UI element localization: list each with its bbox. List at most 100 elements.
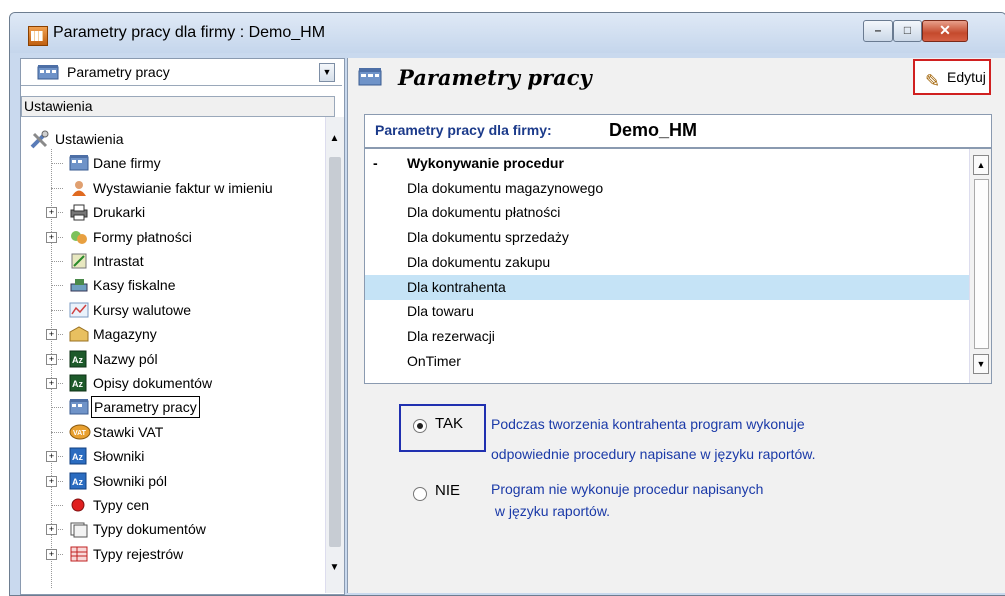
expand-icon[interactable]: + [46,353,57,365]
tree-item[interactable]: + Typy dokumentów [21,517,321,541]
option-tak-desc-line2: odpowiednie procedury napisane w języku … [491,446,816,462]
list-item[interactable]: Dla dokumentu zakupu [365,250,969,275]
tree-item[interactable]: Parametry pracy [21,395,321,419]
tree-item[interactable]: Wystawianie faktur w imieniu [21,176,321,200]
tree-item[interactable]: + Az Opisy dokumentów [21,371,321,395]
radio-nie[interactable] [413,487,427,501]
tree-item[interactable]: + Az Słowniki pól [21,469,321,493]
expand-icon[interactable]: + [46,231,57,243]
tree-item[interactable]: + Az Nazwy pól [21,347,321,371]
list-item-label: Dla dokumentu zakupu [407,253,551,270]
tree-item[interactable]: Ustawienia [21,127,321,151]
list-item-label: Dla rezerwacji [407,327,495,344]
tree-connector [51,431,63,433]
firm-info-bar: Parametry pracy dla firmy: Demo_HM [364,114,992,148]
expand-icon[interactable]: + [46,524,57,536]
list-item-label: Dla dokumentu magazynowego [407,179,604,196]
section-header: Ustawienia [21,96,335,117]
option-tak-description: Podczas tworzenia kontrahenta program wy… [491,412,816,466]
navigation-pane: Parametry pracy ▼ Ustawienia Ustawienia D… [20,58,345,595]
svg-text:VAT: VAT [73,430,87,437]
close-button[interactable]: ✕ [922,20,968,42]
tree-connector [51,261,63,262]
tree-connector [51,309,63,311]
tree-item[interactable]: Intrastat [21,249,321,273]
expand-icon[interactable]: + [46,207,57,219]
list-item[interactable]: - Wykonywanie procedur [365,151,969,176]
scroll-thumb[interactable] [329,157,341,547]
collapse-icon[interactable]: - [373,151,378,176]
minimize-icon: – [874,23,882,37]
settings-tree: Ustawienia Dane firmy Wystawianie faktur w… [21,117,323,593]
tree-item-label: Wystawianie faktur w imieniu [93,179,273,196]
maximize-button[interactable]: □ [893,20,922,42]
list-scrollbar[interactable]: ▲ ▼ [969,149,991,383]
tree-item-label: Ustawienia [55,131,124,147]
tree-item-label: Słowniki pól [93,472,167,489]
tree-item-label: Kursy walutowe [93,301,192,318]
content-pane: Parametry pracy ✎ Edytuj Parametry pracy… [347,58,1005,593]
close-icon: ✕ [939,22,951,38]
expand-icon[interactable]: + [46,329,57,341]
list-item-label: Dla kontrahenta [407,278,506,295]
radio-tak[interactable] [413,419,427,433]
svg-text:Az: Az [72,477,83,487]
option-nie-desc-line1: Program nie wykonuje procedur napisanych [491,481,764,497]
tree-connector [51,407,63,409]
edit-button-label: Edytuj [947,69,986,85]
tree-connector [51,163,63,165]
radio-nie-label[interactable]: NIE [435,482,460,499]
list-item[interactable]: OnTimer [365,349,969,374]
tree-item[interactable]: + Az Słowniki [21,444,321,468]
list-item-label: OnTimer [407,352,461,369]
tree-scrollbar[interactable]: ▲ ▼ [325,117,344,593]
scroll-down-icon[interactable]: ▼ [973,354,989,374]
list-item-label: Dla dokumentu płatności [407,204,561,221]
svg-text:Az: Az [72,452,83,462]
expand-icon[interactable]: + [46,475,57,487]
tree-item[interactable]: + Typy rejestrów [21,542,321,566]
tree-item[interactable]: Dane firmy [21,151,321,175]
tree-item-label: Drukarki [93,204,146,221]
content-header: Parametry pracy ✎ Edytuj [348,58,1005,96]
list-item[interactable]: Dla kontrahenta [365,274,969,300]
tree-item[interactable]: + Magazyny [21,322,321,346]
option-nie-description: Program nie wykonuje procedur napisanych… [491,478,763,522]
list-item[interactable]: Dla rezerwacji [365,324,969,349]
option-tak-desc-line1: Podczas tworzenia kontrahenta program wy… [491,416,805,432]
tree-item-label: Typy cen [93,497,150,513]
tree-item-label: Parametry pracy [91,396,200,419]
tree-item[interactable]: Typy cen [21,493,321,517]
radio-tak-label[interactable]: TAK [435,415,463,432]
list-item[interactable]: Dla dokumentu sprzedaży [365,225,969,250]
tree-item[interactable]: + Formy płatności [21,225,321,249]
scroll-up-icon[interactable]: ▲ [328,131,341,147]
expand-icon[interactable]: + [46,378,57,389]
maximize-icon: □ [903,23,912,37]
svg-text:Az: Az [72,379,83,389]
tree-item-label: Dane firmy [93,155,161,172]
title-bar[interactable]: Parametry pracy dla firmy : Demo_HM – □ … [10,13,1005,53]
chevron-down-icon[interactable]: ▼ [319,63,335,82]
app-window: Parametry pracy dla firmy : Demo_HM – □ … [9,12,1005,596]
edit-button[interactable]: ✎ Edytuj [913,59,991,95]
tree-item-label: Intrastat [93,253,144,269]
expand-icon[interactable]: + [46,548,57,560]
tree-connector [51,505,63,506]
scroll-down-icon[interactable]: ▼ [328,560,341,576]
tree-item[interactable]: Kursy walutowe [21,298,321,322]
tree-item[interactable]: Kasy fiskalne [21,273,321,297]
expand-icon[interactable]: + [46,451,57,463]
list-item[interactable]: Dla dokumentu magazynowego [365,176,969,201]
list-item[interactable]: Dla towaru [365,299,969,324]
list-item-label: Wykonywanie procedur [407,155,564,171]
scroll-up-icon[interactable]: ▲ [973,155,989,175]
tree-item[interactable]: + Drukarki [21,200,321,224]
module-select[interactable]: Parametry pracy ▼ [21,59,342,86]
scroll-thumb[interactable] [974,179,989,349]
list-item[interactable]: Dla dokumentu płatności [365,200,969,225]
tree-item[interactable]: VAT Stawki VAT [21,420,321,444]
option-panel: TAK Podczas tworzenia kontrahenta progra… [364,386,990,586]
minimize-button[interactable]: – [863,20,893,42]
tree-item-label: Stawki VAT [93,423,164,440]
